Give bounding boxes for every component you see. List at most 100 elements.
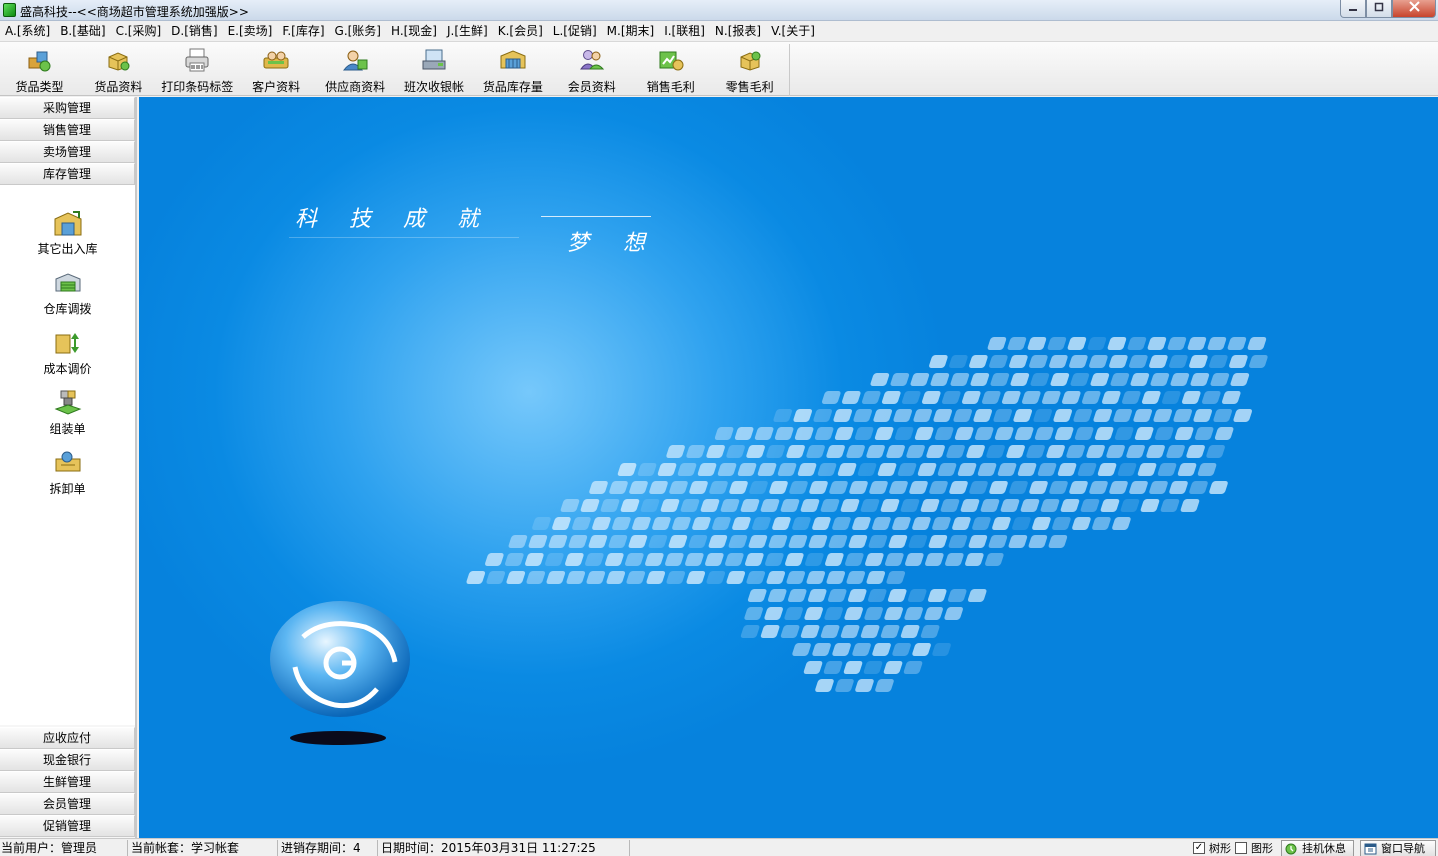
idle-button[interactable]: 挂机休息 — [1281, 840, 1354, 856]
toolbar-label: 供应商资料 — [325, 80, 386, 94]
main-banner: 科技成就 梦想 — [139, 97, 1438, 838]
warehouse-transfer-icon — [55, 273, 80, 292]
stock-level-icon — [500, 50, 526, 69]
nav-group-member[interactable]: 会员管理 — [0, 793, 135, 815]
toolbar-sales-profit-button[interactable]: 销售毛利 — [631, 44, 710, 96]
menu-basic[interactable]: B.[基础] — [57, 21, 108, 41]
graphic-checkbox[interactable] — [1235, 842, 1247, 854]
launcher-label: 其它出入库 — [37, 242, 98, 256]
launcher-label: 成本调价 — [43, 362, 92, 376]
close-icon — [1408, 1, 1420, 12]
toolbar-label: 货品类型 — [15, 80, 64, 94]
minimize-icon — [1349, 9, 1357, 11]
nav-group-inventory[interactable]: 库存管理 — [0, 163, 135, 185]
menu-fresh[interactable]: J.[生鲜] — [444, 21, 491, 41]
bottom-nav-groups: 应收应付 现金银行 生鲜管理 会员管理 促销管理 — [0, 727, 135, 837]
cost-adjust-icon — [55, 333, 79, 354]
close-button[interactable] — [1392, 0, 1436, 18]
menu-inventory[interactable]: F.[库存] — [279, 21, 327, 41]
goods-info-icon — [108, 52, 130, 71]
app-icon — [3, 3, 16, 17]
toolbar-label: 销售毛利 — [646, 80, 695, 94]
disassembly-icon — [55, 451, 80, 472]
window-controls — [1340, 0, 1436, 19]
tree-checkbox[interactable]: ✓ — [1193, 842, 1205, 854]
toolbar-label: 零售毛利 — [725, 80, 774, 94]
toolbar-barcode-print-button[interactable]: 打印条码标签 — [158, 44, 237, 96]
menu-cash[interactable]: H.[现金] — [388, 21, 440, 41]
nav-group-purchase[interactable]: 采购管理 — [0, 97, 135, 119]
window-nav-icon — [1364, 843, 1377, 855]
toolbar-member-button[interactable]: 会员资料 — [552, 44, 631, 96]
assembly-icon — [54, 390, 81, 415]
toolbar-supplier-button[interactable]: 供应商资料 — [316, 44, 395, 96]
title-bar: 盛高科技--<<商场超市管理系统加强版>> — [0, 0, 1438, 21]
launcher-cost-adjust[interactable]: 成本调价 — [0, 329, 135, 385]
toolbar: 货品类型 货品资料 打印条码标签 客户资料 供应商资料 班次收银帐 货品库存量 … — [0, 42, 1438, 96]
status-account: 当前帐套：学习帐套 — [130, 840, 278, 856]
menu-promotion[interactable]: L.[促销] — [550, 21, 600, 41]
window-nav-button[interactable]: 窗口导航 — [1360, 840, 1436, 856]
menu-purchase[interactable]: C.[采购] — [113, 21, 165, 41]
maximize-button[interactable] — [1366, 0, 1392, 18]
goods-category-icon — [28, 51, 51, 72]
toolbar-goods-info-button[interactable]: 货品资料 — [79, 44, 158, 96]
retail-profit-icon — [740, 51, 761, 71]
status-user: 当前用户：管理员 — [0, 840, 128, 856]
toolbar-cashier-shift-button[interactable]: 班次收银帐 — [395, 44, 474, 96]
idle-label: 挂机休息 — [1302, 842, 1346, 855]
menu-store[interactable]: E.[卖场] — [225, 21, 276, 41]
cashier-shift-icon — [422, 49, 446, 70]
launcher-label: 拆卸单 — [49, 482, 86, 496]
menu-system[interactable]: A.[系统] — [2, 21, 53, 41]
toolbar-label: 货品资料 — [94, 80, 143, 94]
toolbar-retail-profit-button[interactable]: 零售毛利 — [710, 44, 789, 96]
customer-icon — [263, 51, 289, 69]
menu-period-end[interactable]: M.[期末] — [604, 21, 658, 41]
window-title: 盛高科技--<<商场超市管理系统加强版>> — [20, 5, 249, 19]
launcher-assembly[interactable]: 组装单 — [0, 389, 135, 445]
toolbar-label: 会员资料 — [567, 80, 616, 94]
member-icon — [579, 50, 604, 70]
graphic-label: 图形 — [1251, 842, 1273, 855]
barcode-printer-icon — [185, 48, 209, 72]
menu-about[interactable]: V.[关于] — [768, 21, 818, 41]
menu-reports[interactable]: N.[报表] — [712, 21, 764, 41]
toolbar-label: 打印条码标签 — [161, 80, 234, 94]
launcher-label: 仓库调拨 — [43, 302, 92, 316]
tree-label: 树形 — [1209, 842, 1231, 855]
minimize-button[interactable] — [1340, 0, 1366, 18]
launcher-other-inout[interactable]: 其它出入库 — [0, 209, 135, 265]
status-period: 进销存期间：4 — [280, 840, 378, 856]
left-nav-panel: 采购管理 销售管理 卖场管理 库存管理 其它出入库 仓库调拨 成本调价 组装单 — [0, 97, 137, 838]
toolbar-label: 班次收银帐 — [403, 80, 464, 94]
menu-member[interactable]: K.[会员] — [495, 21, 546, 41]
maximize-icon — [1374, 2, 1384, 12]
toolbar-label: 货品库存量 — [482, 80, 543, 94]
launcher-disassembly[interactable]: 拆卸单 — [0, 449, 135, 505]
toolbar-stock-level-button[interactable]: 货品库存量 — [473, 44, 552, 96]
nav-group-store[interactable]: 卖场管理 — [0, 141, 135, 163]
status-bar: 当前用户：管理员 当前帐套：学习帐套 进销存期间：4 日期时间：2015年03月… — [0, 838, 1438, 856]
menu-lease[interactable]: I.[联租] — [661, 21, 708, 41]
nav-group-promotion[interactable]: 促销管理 — [0, 815, 135, 837]
g-logo-icon — [270, 601, 410, 745]
sales-profit-icon — [659, 51, 684, 71]
menu-sales[interactable]: D.[销售] — [168, 21, 220, 41]
other-inout-icon — [54, 211, 81, 236]
launcher-warehouse-transfer[interactable]: 仓库调拨 — [0, 269, 135, 325]
inventory-group-body: 其它出入库 仓库调拨 成本调价 组装单 拆卸单 — [0, 185, 135, 725]
launcher-label: 组装单 — [49, 422, 86, 436]
nav-group-fresh[interactable]: 生鲜管理 — [0, 771, 135, 793]
nav-group-sales[interactable]: 销售管理 — [0, 119, 135, 141]
nav-group-receivables[interactable]: 应收应付 — [0, 727, 135, 749]
idle-icon — [1285, 843, 1297, 855]
supplier-icon — [343, 50, 368, 71]
nav-group-cash-bank[interactable]: 现金银行 — [0, 749, 135, 771]
toolbar-goods-category-button[interactable]: 货品类型 — [0, 44, 79, 96]
status-datetime: 日期时间：2015年03月31日 11:27:25 — [380, 840, 630, 856]
toolbar-customer-button[interactable]: 客户资料 — [237, 44, 316, 96]
menu-accounts[interactable]: G.[账务] — [332, 21, 384, 41]
toolbar-label: 客户资料 — [252, 80, 301, 94]
window-nav-label: 窗口导航 — [1381, 842, 1425, 855]
